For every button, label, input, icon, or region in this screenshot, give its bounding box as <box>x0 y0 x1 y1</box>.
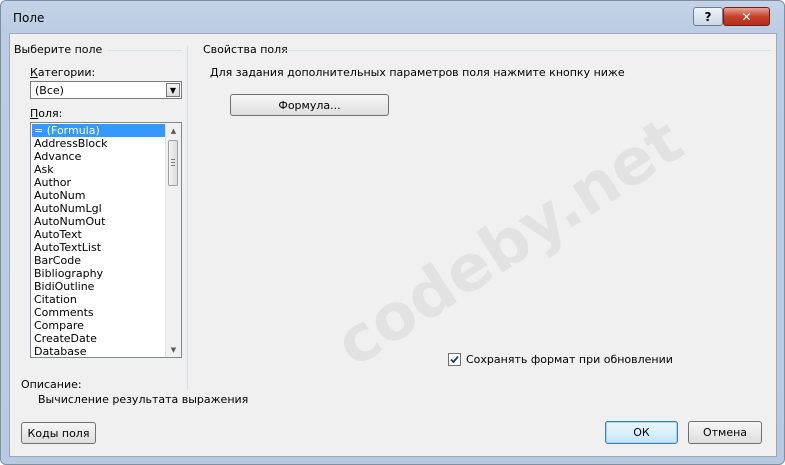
scroll-thumb[interactable] <box>168 140 178 186</box>
list-item[interactable]: AutoTextList <box>32 241 166 254</box>
list-item[interactable]: Compare <box>32 319 166 332</box>
list-item[interactable]: AutoText <box>32 228 166 241</box>
list-item[interactable]: BidiOutline <box>32 280 166 293</box>
list-item[interactable]: Ask <box>32 163 166 176</box>
field-properties-group-title: Свойства поля <box>203 43 288 56</box>
scroll-down-icon[interactable]: ▼ <box>166 342 181 357</box>
list-item[interactable]: AutoNum <box>32 189 166 202</box>
ok-button-label: ОК <box>633 426 650 439</box>
field-codes-button-label: Коды поля <box>27 426 90 440</box>
cancel-button-label: Отмена <box>702 426 748 439</box>
group-divider <box>285 50 771 51</box>
ok-button[interactable]: ОК <box>605 421 678 444</box>
close-icon: ✕ <box>741 9 752 24</box>
formula-button-label: Формула... <box>278 98 341 112</box>
preserve-format-checkbox[interactable] <box>448 353 461 366</box>
checkmark-icon <box>450 355 459 364</box>
list-item[interactable]: BarCode <box>32 254 166 267</box>
description-label: Описание: <box>21 378 82 391</box>
list-item[interactable]: CreateDate <box>32 332 166 345</box>
properties-hint: Для задания дополнительных параметров по… <box>210 66 625 79</box>
scroll-up-icon[interactable]: ▲ <box>166 123 181 138</box>
fields-list-items: = (Formula) AddressBlock Advance Ask Author A… <box>32 124 166 357</box>
categories-label: Категории: <box>30 66 96 79</box>
list-item[interactable]: AutoNumOut <box>32 215 166 228</box>
formula-button[interactable]: Формула... <box>230 94 389 116</box>
fields-label-rest: оля: <box>38 107 63 120</box>
list-item[interactable]: Advance <box>32 150 166 163</box>
categories-select-value: (Все) <box>35 84 64 97</box>
fields-list[interactable]: = (Formula) AddressBlock Advance Ask Author A… <box>30 122 182 358</box>
title-bar[interactable]: Поле ? ✕ <box>1 1 784 31</box>
description-text: Вычисление результата выражения <box>38 393 249 406</box>
fields-scrollbar[interactable]: ▲ ▼ <box>165 123 181 357</box>
categories-select[interactable]: (Все) ▼ <box>30 81 182 99</box>
list-item[interactable]: Author <box>32 176 166 189</box>
select-field-group-title: Выберите поле <box>14 43 103 56</box>
list-item[interactable]: Database <box>32 345 166 357</box>
close-button[interactable]: ✕ <box>723 7 770 26</box>
chevron-down-icon[interactable]: ▼ <box>166 83 180 97</box>
help-icon: ? <box>704 9 712 24</box>
preserve-format-label[interactable]: Сохранять формат при обновлении <box>466 353 673 366</box>
list-item[interactable]: = (Formula) <box>32 124 166 137</box>
list-item[interactable]: AutoNumLgl <box>32 202 166 215</box>
dialog-title: Поле <box>13 11 45 25</box>
list-item[interactable]: Comments <box>32 306 166 319</box>
vertical-divider <box>187 46 188 390</box>
cancel-button[interactable]: Отмена <box>688 421 762 444</box>
categories-label-rest: атегории: <box>37 66 96 79</box>
fields-label: Поля: <box>30 107 63 120</box>
list-item[interactable]: AddressBlock <box>32 137 166 150</box>
group-divider <box>108 50 182 51</box>
dialog-body: Выберите поле Категории: (Все) ▼ Поля: =… <box>9 33 777 457</box>
field-dialog: Поле ? ✕ Выберите поле Категории: (Все) … <box>0 0 785 465</box>
list-item[interactable]: Citation <box>32 293 166 306</box>
field-codes-button[interactable]: Коды поля <box>21 422 96 444</box>
list-item[interactable]: Bibliography <box>32 267 166 280</box>
help-button[interactable]: ? <box>693 7 723 26</box>
